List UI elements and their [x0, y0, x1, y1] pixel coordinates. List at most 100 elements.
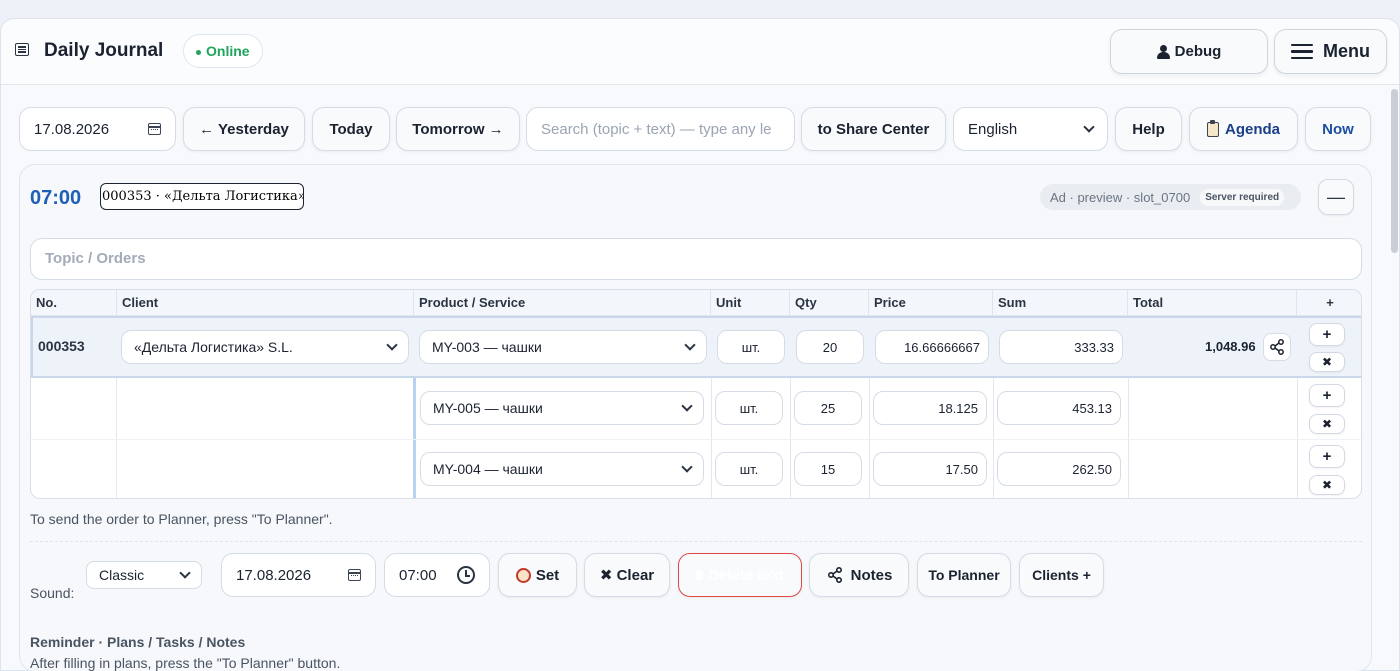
- qty-field[interactable]: 20: [796, 330, 864, 364]
- order-table: No. Client Product / Service Unit Qty Pr…: [30, 289, 1362, 499]
- sum-field[interactable]: 262.50: [997, 452, 1121, 486]
- app-window: Daily Journal Online Debug Menu 17.08.20…: [0, 18, 1400, 671]
- qty-field[interactable]: 15: [794, 452, 862, 486]
- product-value: MY-003 — чашки: [432, 339, 542, 355]
- add-line-button[interactable]: +: [1309, 384, 1345, 407]
- set-button[interactable]: Set: [498, 553, 577, 597]
- topic-input[interactable]: Topic / Orders: [30, 238, 1362, 280]
- sound-select[interactable]: Classic: [86, 561, 202, 589]
- debug-label: Debug: [1174, 43, 1222, 60]
- collapse-button[interactable]: —: [1318, 179, 1354, 215]
- user-icon: [1156, 44, 1170, 59]
- help-button[interactable]: Help: [1115, 107, 1182, 151]
- reminder-time-input[interactable]: 07:00: [384, 553, 490, 597]
- tomorrow-button[interactable]: Tomorrow →: [396, 107, 520, 151]
- set-label: Set: [535, 566, 560, 584]
- calendar-icon[interactable]: [148, 123, 161, 135]
- scrollbar-thumb[interactable]: [1391, 89, 1398, 253]
- delete-label: Delete text: [708, 566, 784, 584]
- agenda-label: Agenda: [1224, 120, 1280, 138]
- server-required-badge: Server required: [1200, 188, 1285, 206]
- col-header-no: No.: [31, 290, 117, 316]
- language-value: English: [968, 120, 1018, 138]
- client-select[interactable]: «Дельта Логистика» S.L.: [121, 330, 409, 364]
- menu-button[interactable]: Menu: [1274, 29, 1387, 74]
- unit-field[interactable]: шт.: [717, 330, 785, 364]
- chevron-down-icon: [179, 567, 191, 579]
- clients-add-button[interactable]: Clients +: [1019, 553, 1104, 597]
- order-total: 1,048.96: [1205, 339, 1256, 354]
- remove-line-button[interactable]: ✖: [1309, 352, 1345, 372]
- add-line-button[interactable]: +: [1309, 323, 1345, 346]
- trash-icon: [696, 570, 704, 580]
- price-field[interactable]: 18.125: [873, 391, 987, 425]
- price-field[interactable]: 17.50: [873, 452, 987, 486]
- clock-icon[interactable]: [457, 566, 475, 584]
- remove-line-button[interactable]: ✖: [1309, 475, 1345, 495]
- scrollbar[interactable]: [1389, 85, 1399, 670]
- share-row-button[interactable]: [1263, 333, 1291, 361]
- price-field[interactable]: 16.66666667: [875, 330, 989, 364]
- col-header-price: Price: [869, 290, 993, 316]
- clipboard-icon: [1206, 119, 1219, 137]
- now-button[interactable]: Now: [1305, 107, 1371, 151]
- order-number: 000353: [38, 338, 85, 354]
- notes-button[interactable]: Notes: [809, 553, 909, 597]
- sound-value: Classic: [99, 567, 145, 583]
- qty-field[interactable]: 25: [794, 391, 862, 425]
- delete-text-button[interactable]: Delete text: [678, 553, 802, 597]
- chevron-down-icon: [386, 339, 398, 351]
- online-dot-icon: [196, 49, 201, 55]
- share-icon: [827, 567, 842, 583]
- chevron-down-icon: [684, 339, 696, 351]
- to-planner-button[interactable]: To Planner: [917, 553, 1011, 597]
- ad-text: Ad · preview · slot_0700: [1050, 189, 1191, 205]
- today-button[interactable]: Today: [312, 107, 390, 151]
- add-line-button[interactable]: +: [1309, 445, 1345, 468]
- col-header-unit: Unit: [711, 290, 790, 316]
- language-select[interactable]: English: [953, 107, 1108, 151]
- product-select[interactable]: MY-004 — чашки: [420, 452, 704, 486]
- yesterday-button[interactable]: ← Yesterday: [183, 107, 305, 151]
- product-value: MY-005 — чашки: [433, 400, 543, 416]
- reminder-time-value: 07:00: [399, 566, 437, 584]
- sum-field[interactable]: 333.33: [999, 330, 1123, 364]
- client-value: «Дельта Логистика» S.L.: [134, 339, 293, 355]
- chevron-down-icon: [681, 461, 693, 473]
- col-header-qty: Qty: [790, 290, 869, 316]
- clear-button[interactable]: ✖ Clear: [584, 553, 670, 597]
- unit-field[interactable]: шт.: [715, 391, 783, 425]
- calendar-icon[interactable]: [348, 569, 361, 581]
- agenda-button[interactable]: Agenda: [1189, 107, 1298, 151]
- sound-label: Sound:: [30, 585, 75, 601]
- reminder-date-input[interactable]: 17.08.2026: [221, 553, 376, 597]
- slot-tag: 000353 · «Дельта Логистика» S.L.: [100, 183, 304, 210]
- reminder-title: Reminder · Plans / Tasks / Notes: [30, 634, 246, 650]
- hamburger-icon: [1291, 40, 1313, 64]
- debug-button[interactable]: Debug: [1110, 29, 1268, 74]
- page-title: Daily Journal: [44, 40, 164, 61]
- search-input[interactable]: Search (topic + text) — type any le: [526, 107, 795, 151]
- table-row: MY-005 — чашки шт. 25 18.125 453.13 + ✖: [31, 378, 1361, 440]
- notes-label: Notes: [850, 566, 893, 584]
- date-input[interactable]: 17.08.2026: [19, 107, 176, 151]
- chevron-down-icon: [1083, 121, 1095, 133]
- divider: [30, 541, 1362, 542]
- product-value: MY-004 — чашки: [433, 461, 543, 477]
- share-center-button[interactable]: to Share Center: [801, 107, 946, 151]
- sum-field[interactable]: 453.13: [997, 391, 1121, 425]
- reminder-date-value: 17.08.2026: [236, 566, 312, 584]
- col-header-product: Product / Service: [414, 290, 711, 316]
- journal-icon: [15, 43, 29, 56]
- product-select[interactable]: MY-005 — чашки: [420, 391, 704, 425]
- slot-card: 07:00 000353 · «Дельта Логистика» S.L. A…: [19, 164, 1372, 671]
- status-label: Online: [206, 43, 250, 59]
- product-select[interactable]: MY-003 — чашки: [419, 330, 707, 364]
- chevron-down-icon: [681, 400, 693, 412]
- table-row: MY-004 — чашки шт. 15 17.50 262.50 + ✖: [31, 439, 1361, 498]
- planner-note: To send the order to Planner, press "To …: [30, 511, 333, 527]
- slot-time: 07:00: [30, 187, 82, 209]
- col-header-sum: Sum: [993, 290, 1128, 316]
- unit-field[interactable]: шт.: [715, 452, 783, 486]
- remove-line-button[interactable]: ✖: [1309, 414, 1345, 434]
